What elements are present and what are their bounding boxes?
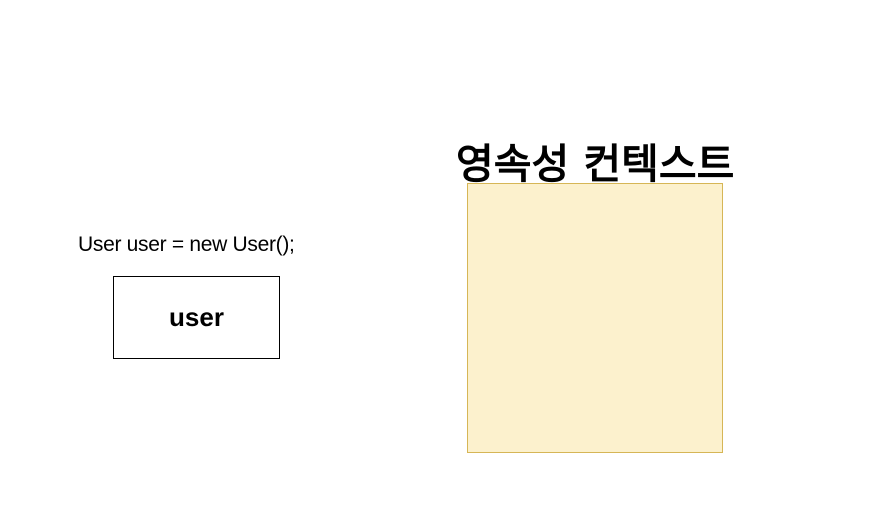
persistence-context-box [467,183,723,453]
code-snippet-label: User user = new User(); [78,233,295,256]
user-object-box: user [113,276,280,359]
user-object-label: user [169,302,224,332]
persistence-context-title: 영속성 컨텍스트 [456,140,735,188]
